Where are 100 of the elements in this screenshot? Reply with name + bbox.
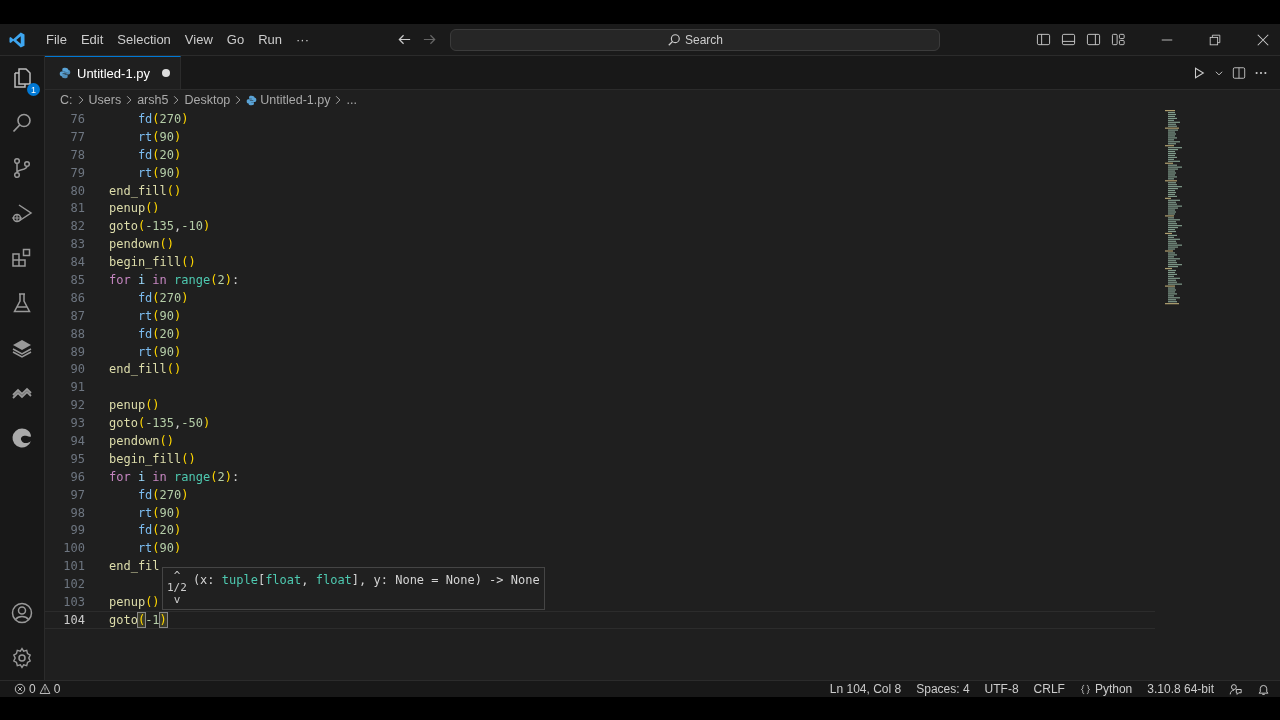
python-file-icon xyxy=(59,67,71,79)
menu-item[interactable]: Edit xyxy=(73,32,111,47)
python-file-icon xyxy=(246,94,258,106)
code-line: fd(20) xyxy=(136,326,182,341)
code-line: rt(90) xyxy=(136,505,182,520)
breadcrumb-item[interactable]: Users xyxy=(88,93,122,107)
line-number: 91 xyxy=(69,380,85,395)
status-item[interactable]: UTF-8 xyxy=(984,682,1019,696)
status-item[interactable]: 3.10.8 64-bit xyxy=(1147,682,1214,696)
menu-item[interactable]: Run xyxy=(251,32,289,47)
line-number: 103 xyxy=(62,595,85,609)
code-line: rt(90) xyxy=(136,129,182,144)
menu-item[interactable]: File xyxy=(39,32,74,47)
line-number: 83 xyxy=(69,237,85,252)
code-line: pendown() xyxy=(109,237,175,252)
line-number: 99 xyxy=(69,523,85,538)
line-number: 96 xyxy=(69,469,85,484)
line-number: 92 xyxy=(69,398,85,413)
line-number: 102 xyxy=(62,577,85,592)
bell-icon[interactable] xyxy=(1257,682,1270,696)
code-line: penup() xyxy=(109,398,160,413)
line-number: 101 xyxy=(62,559,85,574)
signature-text: (x: tuple[float, float], y: None = None) -> None xyxy=(192,573,540,587)
line-number: 94 xyxy=(69,433,85,448)
warning-icon xyxy=(38,683,51,695)
line-number: 76 xyxy=(69,111,85,126)
line-number: 82 xyxy=(69,219,85,234)
breadcrumb-item[interactable]: C: xyxy=(60,93,73,107)
breadcrumb-item[interactable]: Untitled-1.py xyxy=(260,93,331,107)
previous-signature-button[interactable]: ^ xyxy=(173,570,181,582)
line-number: 87 xyxy=(69,308,85,323)
code-line: penup() xyxy=(109,595,160,609)
editor-tab[interactable]: Untitled-1.py xyxy=(45,56,181,89)
code-line: for i in range(2): xyxy=(109,469,240,484)
search-icon[interactable] xyxy=(10,111,34,135)
language-mode[interactable]: Python xyxy=(1079,682,1133,696)
split-editor-icon[interactable] xyxy=(1232,65,1246,80)
code-line: for i in range(2): xyxy=(109,272,240,287)
code-line: fd(270) xyxy=(136,290,189,305)
menu-item[interactable]: View xyxy=(177,32,220,47)
line-number: 97 xyxy=(69,487,85,502)
line-number: 93 xyxy=(69,416,85,431)
code-line: begin_fill() xyxy=(109,255,196,270)
close-icon[interactable] xyxy=(1256,32,1270,47)
restore-icon[interactable] xyxy=(1208,32,1222,47)
signature-counter: 1/2 xyxy=(167,582,187,594)
sidebar-toggle-icon[interactable] xyxy=(1036,32,1051,47)
menu-item[interactable]: ··· xyxy=(289,32,316,47)
run-icon[interactable] xyxy=(1192,65,1206,80)
line-number: 79 xyxy=(69,165,85,180)
feedback-icon[interactable] xyxy=(1229,682,1242,696)
code-line: rt(90) xyxy=(136,344,182,359)
browser-icon[interactable] xyxy=(10,426,34,450)
menu-item[interactable]: Go xyxy=(219,32,252,47)
line-number: 77 xyxy=(69,129,85,144)
line-number: 78 xyxy=(69,147,85,162)
status-item[interactable]: CRLF xyxy=(1033,682,1065,696)
code-line: begin_fill() xyxy=(109,451,196,466)
next-signature-button[interactable]: v xyxy=(173,594,181,606)
breadcrumb-item[interactable]: Desktop xyxy=(184,93,231,107)
code-line: goto(-1) xyxy=(109,612,167,627)
line-number: 81 xyxy=(69,201,85,216)
line-number: 98 xyxy=(69,505,85,520)
back-arrow-icon[interactable] xyxy=(397,32,412,47)
line-number: 100 xyxy=(62,541,85,556)
code-line: pendown() xyxy=(109,433,175,448)
line-number: 95 xyxy=(69,451,85,466)
code-line: rt(90) xyxy=(136,165,182,180)
code-line: rt(90) xyxy=(136,541,182,556)
menu-item[interactable]: Selection xyxy=(110,32,178,47)
forward-arrow-icon[interactable] xyxy=(422,32,437,47)
line-number: 104 xyxy=(62,612,85,627)
status-item[interactable]: Spaces: 4 xyxy=(916,682,970,696)
error-icon xyxy=(14,683,26,695)
settings-icon[interactable] xyxy=(10,646,34,670)
status-item[interactable]: Ln 104, Col 8 xyxy=(829,682,902,696)
panel-toggle-icon[interactable] xyxy=(1061,32,1076,47)
code-line: goto(-135,-50) xyxy=(109,416,211,431)
notification-badge: 1 xyxy=(27,83,40,96)
breadcrumb-item[interactable]: arsh5 xyxy=(137,93,169,107)
breadcrumb-item[interactable]: ... xyxy=(346,93,357,107)
problems-indicator[interactable]: 0 0 xyxy=(14,682,61,696)
code-line: penup() xyxy=(109,201,160,216)
line-number: 90 xyxy=(69,362,85,377)
code-line: end_fill() xyxy=(109,183,182,198)
code-line: end_fil xyxy=(109,559,160,574)
code-line: goto(-135,-10) xyxy=(109,219,211,234)
code-line: fd(20) xyxy=(136,147,182,162)
code-line: rt(90) xyxy=(136,308,182,323)
braces-icon xyxy=(1079,683,1091,695)
layout-icon[interactable] xyxy=(1111,32,1126,47)
secondary-sidebar-icon[interactable] xyxy=(1086,32,1101,47)
line-number: 85 xyxy=(69,272,85,287)
search-icon xyxy=(667,32,681,47)
run-debug-icon[interactable] xyxy=(10,201,34,225)
vscode-logo-icon xyxy=(8,30,26,49)
search-field[interactable]: Search xyxy=(450,28,940,51)
line-number: 88 xyxy=(69,326,85,341)
account-icon[interactable] xyxy=(10,601,34,625)
code-line: end_fill() xyxy=(109,362,182,377)
